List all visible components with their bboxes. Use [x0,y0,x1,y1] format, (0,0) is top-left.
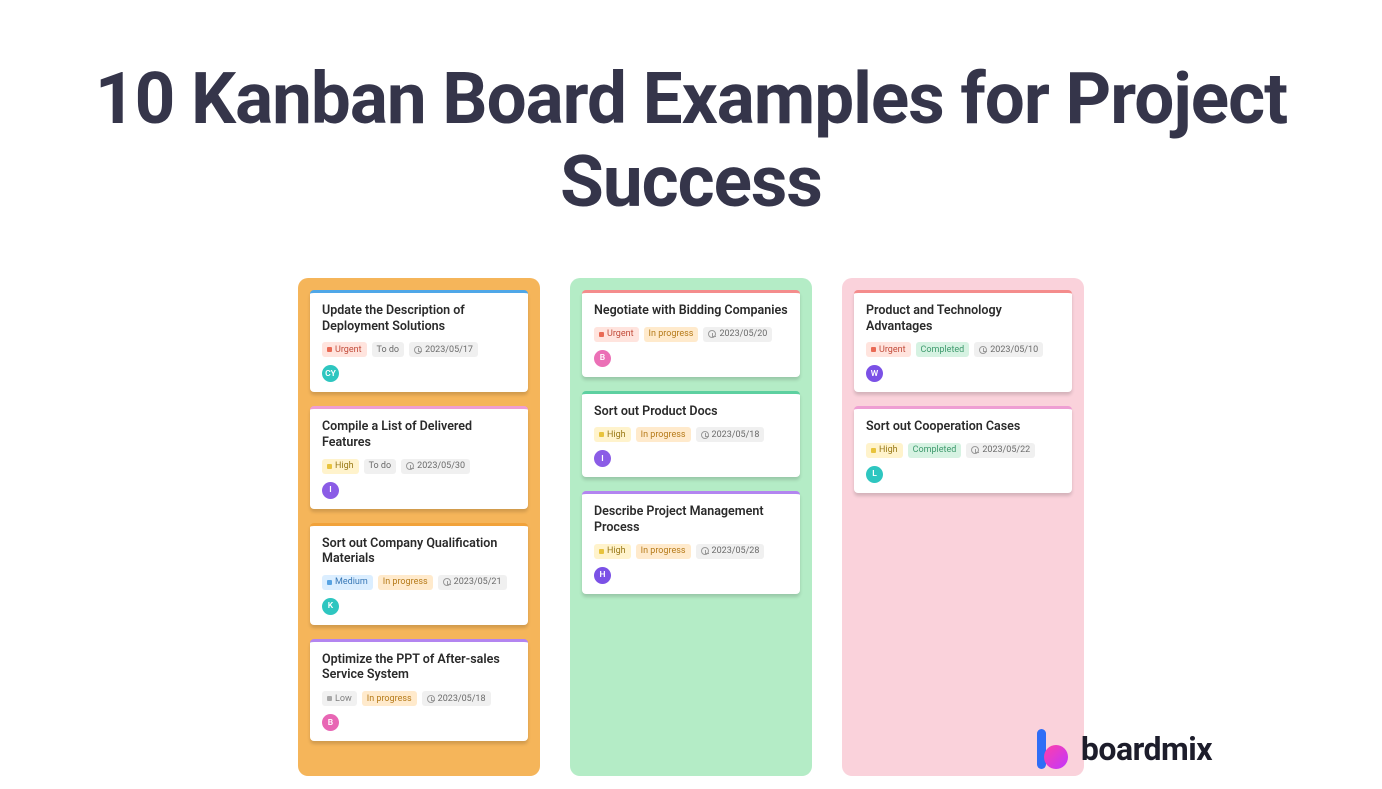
card-title: Sort out Cooperation Cases [866,419,1060,435]
priority-tag: Urgent [594,327,639,342]
kanban-column: Negotiate with Bidding Companies Urgent In… [570,278,812,776]
brand-logo-block: boardmix [1035,727,1212,771]
status-tag: In progress [378,575,433,590]
status-tag: In progress [636,427,691,442]
priority-tag: Urgent [866,342,911,357]
card-title: Product and Technology Advantages [866,303,1060,334]
kanban-card[interactable]: Product and Technology Advantages Urgent C… [854,290,1072,392]
date-tag: 2023/05/18 [696,427,765,442]
date-tag: 2023/05/17 [409,342,478,357]
status-tag: To do [364,459,397,474]
clock-icon [443,578,451,586]
status-tag: In progress [636,544,691,559]
date-tag: 2023/05/20 [703,327,772,342]
kanban-card[interactable]: Describe Project Management Process High I… [582,491,800,593]
priority-tag: Low [322,691,357,706]
kanban-board: Update the Description of Deployment Sol… [0,278,1382,776]
assignee-avatar: K [322,598,339,615]
card-title: Sort out Product Docs [594,404,788,420]
card-title: Sort out Company Qualification Materials [322,536,516,567]
card-title: Negotiate with Bidding Companies [594,303,788,319]
clock-icon [406,462,414,470]
clock-icon [979,346,987,354]
status-tag: To do [372,342,405,357]
date-tag: 2023/05/18 [422,691,491,706]
card-title: Compile a List of Delivered Features [322,419,516,450]
status-tag: In progress [362,691,417,706]
clock-icon [701,431,709,439]
card-tags: High Completed 2023/05/22 [866,443,1060,458]
priority-tag: High [322,459,359,474]
assignee-avatar: B [322,714,339,731]
card-tags: High To do 2023/05/30 [322,459,516,474]
card-title: Update the Description of Deployment Sol… [322,303,516,334]
kanban-card[interactable]: Optimize the PPT of After-sales Service … [310,639,528,741]
clock-icon [414,346,422,354]
kanban-card[interactable]: Sort out Company Qualification Materials… [310,523,528,625]
assignee-avatar: H [594,567,611,584]
card-title: Optimize the PPT of After-sales Service … [322,652,516,683]
assignee-avatar: CY [322,365,339,382]
kanban-column: Product and Technology Advantages Urgent C… [842,278,1084,776]
priority-tag: High [866,443,903,458]
boardmix-logo-icon [1035,727,1071,771]
clock-icon [427,695,435,703]
clock-icon [708,330,716,338]
date-tag: 2023/05/21 [438,575,507,590]
status-tag: Completed [908,443,962,458]
priority-tag: Medium [322,575,373,590]
priority-tag: High [594,427,631,442]
page-title: 10 Kanban Board Examples for Project Suc… [0,0,1382,224]
date-tag: 2023/05/28 [696,544,765,559]
assignee-avatar: I [594,450,611,467]
priority-tag: Urgent [322,342,367,357]
card-tags: Low In progress 2023/05/18 [322,691,516,706]
kanban-card[interactable]: Compile a List of Delivered Features High… [310,406,528,508]
kanban-column: Update the Description of Deployment Sol… [298,278,540,776]
kanban-card[interactable]: Sort out Product Docs High In progress 2023… [582,391,800,478]
status-tag: In progress [644,327,699,342]
kanban-card[interactable]: Update the Description of Deployment Sol… [310,290,528,392]
date-tag: 2023/05/30 [401,459,470,474]
assignee-avatar: L [866,466,883,483]
clock-icon [701,547,709,555]
card-tags: Urgent To do 2023/05/17 [322,342,516,357]
card-tags: Urgent Completed 2023/05/10 [866,342,1060,357]
kanban-card[interactable]: Negotiate with Bidding Companies Urgent In… [582,290,800,377]
card-title: Describe Project Management Process [594,504,788,535]
clock-icon [971,446,979,454]
assignee-avatar: B [594,350,611,367]
brand-name: boardmix [1081,730,1212,768]
card-tags: High In progress 2023/05/18 [594,427,788,442]
card-tags: High In progress 2023/05/28 [594,544,788,559]
card-tags: Medium In progress 2023/05/21 [322,575,516,590]
status-tag: Completed [916,342,970,357]
card-tags: Urgent In progress 2023/05/20 [594,327,788,342]
priority-tag: High [594,544,631,559]
date-tag: 2023/05/10 [974,342,1043,357]
assignee-avatar: W [866,365,883,382]
date-tag: 2023/05/22 [966,443,1035,458]
kanban-card[interactable]: Sort out Cooperation Cases High Completed 2… [854,406,1072,493]
assignee-avatar: I [322,482,339,499]
